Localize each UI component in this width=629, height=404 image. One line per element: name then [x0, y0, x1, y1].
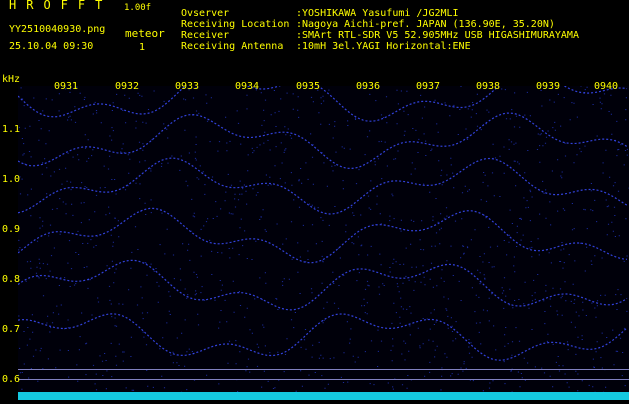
y-tick: 0.6	[2, 374, 21, 385]
signal-trace	[17, 207, 628, 264]
file-name: YY2510040930.png	[9, 24, 106, 35]
reference-line-upper	[18, 369, 629, 370]
x-tick: 0931	[54, 81, 79, 92]
x-tick: 0933	[175, 81, 200, 92]
location-value: :Nagoya Aichi-pref. JAPAN (136.90E, 35.2…	[296, 19, 555, 30]
spectrogram-canvas	[17, 68, 629, 400]
signal-trace	[17, 112, 628, 170]
signal-trace	[17, 313, 628, 361]
x-tick: 0938	[476, 81, 501, 92]
spectrogram	[17, 68, 629, 400]
signal-trace	[17, 259, 628, 311]
x-tick: 0936	[356, 81, 381, 92]
x-tick: 0934	[235, 81, 260, 92]
x-tick: 0939	[536, 81, 561, 92]
y-tick: 0.9	[2, 224, 21, 235]
receiver-value: :SMArt RTL-SDR V5 52.905MHz USB HIGASHIM…	[296, 30, 579, 41]
timestamp: 25.10.04 09:30	[9, 41, 94, 52]
app-title: HROFFT	[9, 0, 113, 12]
antenna-label: Receiving Antenna	[181, 41, 284, 52]
noise-baseline	[18, 392, 629, 400]
x-tick: 0940	[594, 81, 619, 92]
y-tick: 0.8	[2, 274, 21, 285]
y-tick: 1.1	[2, 124, 21, 135]
y-axis-unit: kHz	[2, 74, 21, 85]
receiver-label: Receiver	[181, 30, 230, 41]
signal-trace	[17, 157, 628, 215]
x-tick: 0937	[416, 81, 441, 92]
antenna-value: :10mH 3el.YAGI Horizontal:ENE	[296, 41, 471, 52]
location-label: Receiving Location	[181, 19, 290, 30]
x-tick: 0935	[296, 81, 321, 92]
event-count: 1	[139, 42, 146, 53]
reference-line-lower	[18, 379, 629, 380]
app-version: 1.00f	[124, 3, 152, 13]
event-label: meteor	[125, 27, 165, 40]
y-tick: 0.7	[2, 324, 21, 335]
observer-value: :YOSHIKAWA Yasufumi /JG2MLI	[296, 8, 459, 19]
y-tick: 1.0	[2, 174, 21, 185]
x-tick: 0932	[115, 81, 140, 92]
noise-speckle	[18, 85, 629, 400]
observer-label: Ovserver	[181, 8, 230, 19]
